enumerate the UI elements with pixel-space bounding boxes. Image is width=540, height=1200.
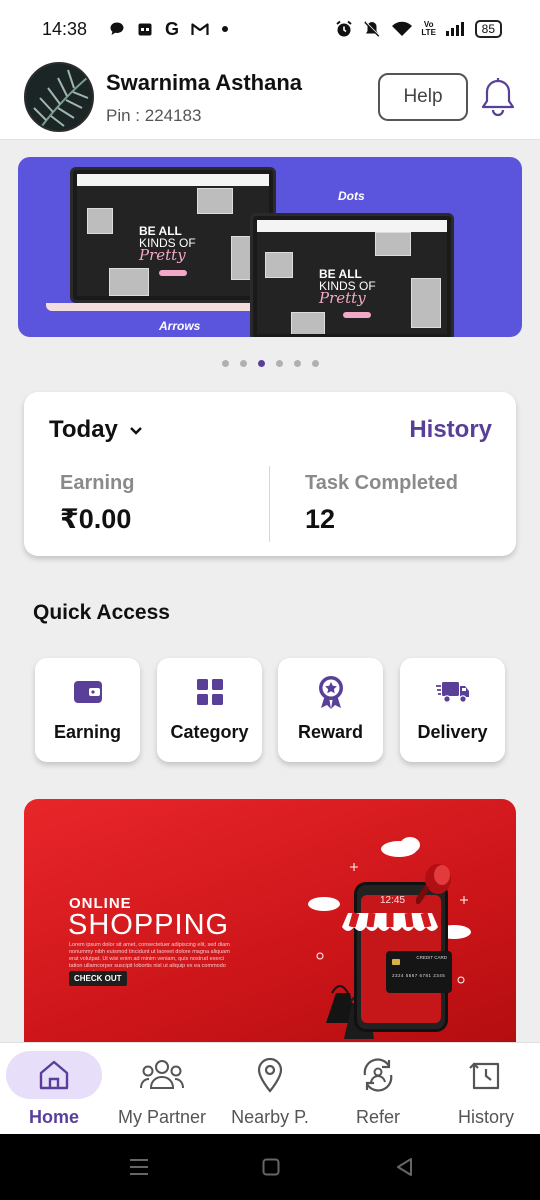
quick-access-category[interactable]: Category	[157, 658, 262, 762]
calendar-icon	[137, 21, 153, 37]
carousel-dot[interactable]	[293, 360, 301, 367]
earning-value: ₹0.00	[60, 504, 132, 534]
truck-icon	[400, 676, 505, 708]
battery-level: 85	[481, 22, 495, 36]
system-navigation-bar	[0, 1134, 540, 1200]
volte-icon: Vo LTE	[421, 20, 436, 37]
nav-label: History	[457, 1107, 514, 1127]
promo-script: Pretty	[139, 246, 186, 264]
quick-access-label: Reward	[297, 722, 364, 742]
dot-icon	[221, 25, 229, 33]
period-label: Today	[49, 416, 118, 443]
refer-icon	[324, 1055, 432, 1095]
chat-bubble-icon	[109, 21, 125, 37]
gmail-icon	[191, 22, 209, 36]
battery-icon: 85	[474, 20, 502, 38]
wallet-icon	[35, 676, 140, 708]
alarm-icon	[335, 20, 353, 38]
history-icon	[432, 1055, 540, 1095]
carousel-dot[interactable]	[311, 360, 319, 367]
nav-label: Nearby P.	[231, 1107, 309, 1127]
nav-label: Home	[28, 1107, 79, 1127]
laptop-mockup-back: BE ALL KINDS OF Pretty	[70, 167, 276, 303]
nav-label: My Partner	[117, 1107, 207, 1127]
carousel-dots	[0, 360, 540, 372]
tasks-value: 12	[305, 504, 336, 534]
bell-icon[interactable]	[478, 76, 518, 118]
user-name: Swarnima Asthana	[106, 70, 303, 95]
home-icon	[0, 1055, 108, 1095]
promo-script-front: Pretty	[319, 289, 366, 307]
app-header: Swarnima Asthana Pin : 224183 Help	[0, 58, 540, 140]
carousel-dot[interactable]	[239, 360, 247, 367]
home-system-button[interactable]	[261, 1154, 281, 1180]
quick-access-delivery[interactable]: Delivery	[400, 658, 505, 762]
status-time: 14:38	[42, 18, 88, 39]
carousel-dot[interactable]	[275, 360, 283, 367]
quick-access-title: Quick Access	[33, 601, 170, 624]
cursor-pointer-illustration	[416, 864, 451, 904]
partners-icon	[108, 1055, 216, 1095]
back-button[interactable]	[394, 1154, 414, 1180]
carousel-dot[interactable]	[221, 360, 229, 367]
earning-label: Earning	[60, 472, 135, 494]
quick-access-earning[interactable]: Earning	[35, 658, 140, 762]
mute-icon	[363, 20, 381, 38]
nav-label: Refer	[355, 1107, 400, 1127]
status-bar: 14:38 G Vo LTE 85	[0, 0, 540, 58]
nav-my-partner[interactable]: My Partner	[108, 1043, 216, 1135]
google-icon: G	[165, 18, 180, 39]
user-pin: Pin : 224183	[106, 106, 202, 125]
nav-nearby[interactable]: Nearby P.	[216, 1043, 324, 1135]
award-icon	[278, 676, 383, 709]
carousel-dot-active[interactable]	[257, 360, 265, 367]
signal-icon	[445, 21, 465, 37]
recents-button[interactable]	[128, 1154, 150, 1180]
credit-card-illustration: CREDIT CARD 2324 5567 6781 2345	[386, 951, 452, 993]
nav-history[interactable]: History	[432, 1043, 540, 1135]
quick-access-label: Category	[170, 722, 249, 742]
bottom-navigation: Home My Partner Nearby P. Refer History	[0, 1042, 540, 1134]
credit-card-number: 2324 5567 6781 2345	[392, 973, 446, 978]
chevron-down-icon	[128, 416, 144, 444]
stats-card: Today History Earning ₹0.00 Task Complet…	[24, 392, 516, 556]
nav-refer[interactable]: Refer	[324, 1043, 432, 1135]
credit-card-title: CREDIT CARD	[416, 955, 447, 960]
laptop-mockup-front: BE ALL KINDS OF Pretty	[250, 213, 454, 337]
banner-label-dots: Dots	[338, 189, 365, 203]
quick-access-reward[interactable]: Reward	[278, 658, 383, 762]
tasks-label: Task Completed	[305, 472, 458, 494]
grid-icon	[157, 676, 262, 708]
nav-home[interactable]: Home	[0, 1043, 108, 1135]
history-link[interactable]: History	[409, 416, 492, 444]
quick-access-label: Delivery	[417, 722, 488, 742]
banner-carousel[interactable]: BE ALL KINDS OF Pretty BE ALL KINDS OF P…	[18, 157, 522, 337]
period-selector[interactable]: Today	[49, 416, 144, 444]
help-button[interactable]: Help	[378, 73, 468, 121]
shop-awning	[342, 912, 438, 931]
banner-label-arrows: Arrows	[159, 319, 201, 333]
quick-access-label: Earning	[53, 722, 121, 742]
stats-divider	[269, 466, 270, 542]
location-pin-icon	[216, 1055, 324, 1095]
wifi-icon	[391, 21, 413, 37]
avatar[interactable]	[24, 62, 94, 132]
shopping-promo-banner[interactable]: ONLINE SHOPPING Lorem ipsum dolor sit am…	[24, 799, 516, 1049]
